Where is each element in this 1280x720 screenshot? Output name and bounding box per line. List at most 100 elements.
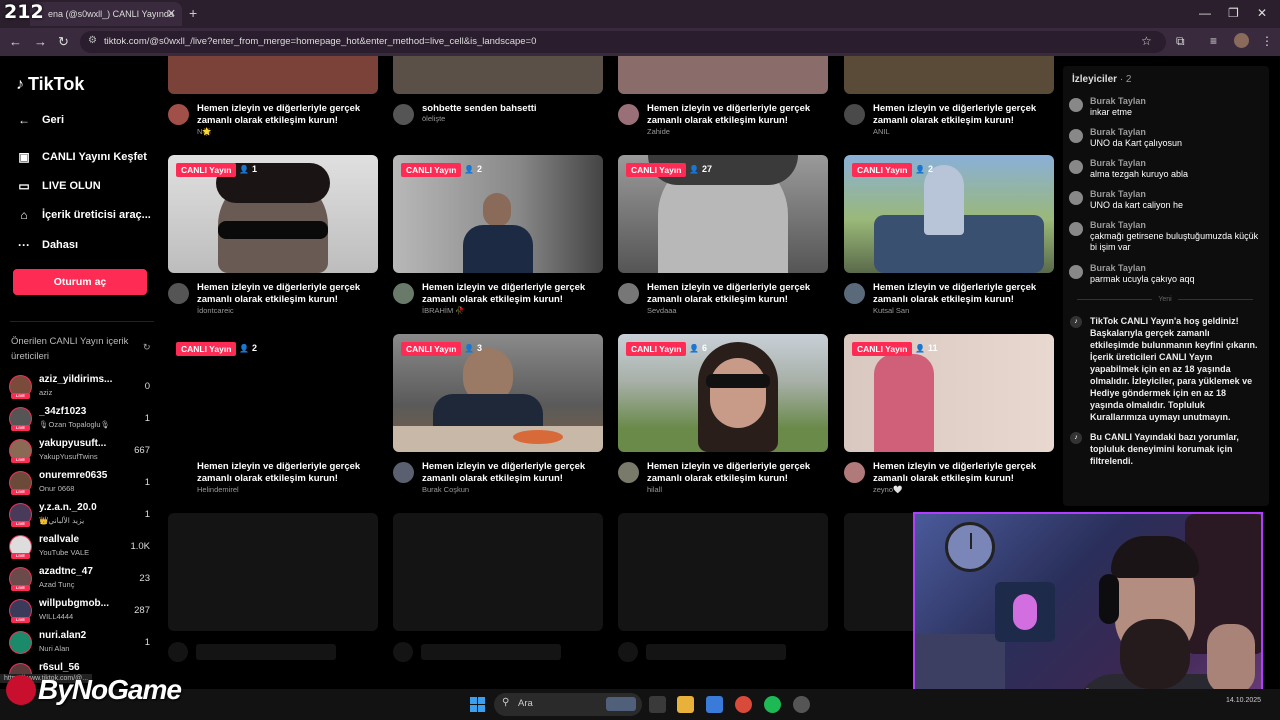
viewer-number: 27 xyxy=(701,164,712,174)
site-info-icon[interactable]: ⚙ xyxy=(88,35,97,46)
suggested-creator[interactable]: LIVE reallvale YouTube VALE 1.0K xyxy=(9,531,154,561)
nav-label: Dahası xyxy=(42,239,79,251)
webcam-overlay: ⋀ xyxy=(913,512,1263,707)
streamer-beard xyxy=(1120,619,1190,689)
live-badge: CANLI Yayın xyxy=(852,163,913,177)
chat-username[interactable]: Burak Taylan xyxy=(1090,96,1146,106)
chat-username[interactable]: Burak Taylan xyxy=(1090,158,1146,168)
card-title: Hemen izleyin ve diğerleriyle gerçek zam… xyxy=(647,461,811,484)
avatar xyxy=(618,283,639,304)
live-badge: CANLI Yayın xyxy=(176,163,237,177)
creator-nick: aziz xyxy=(39,388,53,397)
card-user: İdontcareic xyxy=(197,306,234,315)
card-meta[interactable]: Hemen izleyin ve diğerleriyle gerçek zam… xyxy=(168,282,378,323)
nav-more[interactable]: ··· Dahası xyxy=(16,238,78,252)
forward-arrow-icon[interactable]: → xyxy=(34,34,47,49)
suggested-creator[interactable]: LIVE aziz_yildirims... aziz 0 xyxy=(9,371,154,401)
stream-thumbnail[interactable] xyxy=(618,56,828,94)
menu-dots-icon[interactable]: ⋮ xyxy=(1261,34,1273,48)
tab-close-icon[interactable]: ✕ xyxy=(167,7,176,20)
chrome-icon[interactable] xyxy=(735,696,752,713)
avatar xyxy=(1069,98,1083,112)
card-meta[interactable]: Hemen izleyin ve diğerleriyle gerçek zam… xyxy=(168,461,378,502)
reload-icon[interactable]: ↻ xyxy=(58,34,69,50)
chat-username[interactable]: Burak Taylan xyxy=(1090,127,1146,137)
media-icon[interactable]: ≡ xyxy=(1210,34,1217,48)
browser-tab[interactable]: ena (@s0wxll_) CANLI Yayında ✕ xyxy=(30,2,182,26)
chat-username[interactable]: Burak Taylan xyxy=(1090,189,1146,199)
chat-text: alma tezgah kuruyo abla xyxy=(1090,169,1189,179)
suggested-creator[interactable]: LIVE willpubgmob... WILL4444 287 xyxy=(9,595,154,625)
creator-name: aziz_yildirims... xyxy=(39,374,113,385)
card-meta[interactable]: Hemen izleyin ve diğerleriyle gerçek zam… xyxy=(618,461,828,502)
store-icon[interactable] xyxy=(706,696,723,713)
card-meta[interactable]: Hemen izleyin ve diğerleriyle gerçek zam… xyxy=(168,103,378,144)
card-meta[interactable]: sohbette senden bahsetti ölelişte xyxy=(393,103,603,144)
stream-thumbnail[interactable]: CANLI Yayın 👤 11 xyxy=(844,334,1054,452)
avatar xyxy=(618,104,639,125)
stream-thumbnail[interactable]: CANLI Yayın 👤 2 xyxy=(168,334,378,452)
login-button[interactable]: Oturum aç xyxy=(13,269,147,295)
stream-overlay-number: 212 xyxy=(4,1,44,23)
chat-username[interactable]: Burak Taylan xyxy=(1090,220,1146,230)
stream-thumbnail[interactable]: CANLI Yayın 👤 2 xyxy=(393,155,603,273)
close-window-icon[interactable]: ✕ xyxy=(1257,6,1267,20)
back-link[interactable]: ← Geri xyxy=(16,113,64,127)
back-arrow-icon[interactable]: ← xyxy=(9,34,22,49)
restore-icon[interactable]: ❐ xyxy=(1228,6,1239,20)
loading-placeholder xyxy=(421,644,561,660)
card-user: N🌟 xyxy=(197,127,212,136)
suggested-creator[interactable]: LIVE azadtnc_47 Azad Tunç 23 xyxy=(9,563,154,593)
new-tab-icon[interactable]: + xyxy=(189,5,197,21)
card-meta[interactable]: Hemen izleyin ve diğerleriyle gerçek zam… xyxy=(393,282,603,323)
nav-label: İçerik üreticisi araç... xyxy=(42,209,151,221)
avatar xyxy=(168,462,189,483)
suggested-creator[interactable]: LIVE yakupyusuft... YakupYusufTwins 667 xyxy=(9,435,154,465)
suggested-creator[interactable]: LIVE _34zf1023 🎙Ozan Topaloglu🎙 1 xyxy=(9,403,154,433)
nav-explore-live[interactable]: ▣ CANLI Yayını Keşfet xyxy=(16,150,147,164)
suggested-creator[interactable]: nuri.alan2 Nuri Alan 1 xyxy=(9,627,154,657)
address-bar-row: ← → ↻ ⚙ tiktok.com/@s0wxll_/live?enter_f… xyxy=(0,28,1280,56)
avatar xyxy=(1069,191,1083,205)
stream-thumbnail[interactable] xyxy=(168,56,378,94)
card-meta[interactable]: Hemen izleyin ve diğerleriyle gerçek zam… xyxy=(844,461,1054,502)
stream-thumbnail[interactable] xyxy=(393,56,603,94)
stream-thumbnail[interactable]: CANLI Yayın 👤 6 xyxy=(618,334,828,452)
extensions-icon[interactable]: ⧉ xyxy=(1176,34,1185,49)
stream-thumbnail[interactable] xyxy=(844,56,1054,94)
card-meta[interactable]: Hemen izleyin ve diğerleriyle gerçek zam… xyxy=(618,282,828,323)
card-meta[interactable]: Hemen izleyin ve diğerleriyle gerçek zam… xyxy=(618,103,828,144)
person-icon: 👤 xyxy=(915,164,925,174)
card-title: Hemen izleyin ve diğerleriyle gerçek zam… xyxy=(422,461,586,484)
taskbar-search[interactable]: ⚲ Ara xyxy=(494,693,642,716)
suggested-creator[interactable]: LIVE onuremre0635 Onur 0668 1 xyxy=(9,467,154,497)
suggested-creator[interactable]: LIVE y.z.a.n._20.0 👑يزيد الألباني 1 xyxy=(9,499,154,529)
stream-thumbnail[interactable]: CANLI Yayın 👤 3 xyxy=(393,334,603,452)
live-badge: LIVE xyxy=(11,585,30,591)
card-user: Helindemirel xyxy=(197,485,239,494)
card-meta[interactable]: Hemen izleyin ve diğerleriyle gerçek zam… xyxy=(844,103,1054,144)
spotify-icon[interactable] xyxy=(764,696,781,713)
viewer-number: 11 xyxy=(927,343,938,353)
stream-thumbnail[interactable]: CANLI Yayın 👤 27 xyxy=(618,155,828,273)
streamer-body xyxy=(463,225,533,273)
task-view-icon[interactable] xyxy=(649,696,666,713)
card-title: Hemen izleyin ve diğerleriyle gerçek zam… xyxy=(197,461,361,484)
url-field[interactable]: ⚙ tiktok.com/@s0wxll_/live?enter_from_me… xyxy=(80,31,1166,53)
bookmark-star-icon[interactable]: ☆ xyxy=(1141,34,1152,48)
card-meta[interactable]: Hemen izleyin ve diğerleriyle gerçek zam… xyxy=(393,461,603,502)
stream-thumbnail[interactable]: CANLI Yayın 👤 2 xyxy=(844,155,1054,273)
profile-avatar[interactable] xyxy=(1234,33,1249,48)
windows-start-icon[interactable] xyxy=(470,697,485,712)
card-meta[interactable]: Hemen izleyin ve diğerleriyle gerçek zam… xyxy=(844,282,1054,323)
tiktok-logo[interactable]: ♪ TikTok xyxy=(16,74,84,95)
nav-creator-tools[interactable]: ⌂ İçerik üreticisi araç... xyxy=(16,208,151,222)
minimize-icon[interactable]: — xyxy=(1199,6,1211,20)
chat-username[interactable]: Burak Taylan xyxy=(1090,263,1146,273)
refresh-icon[interactable]: ↻ xyxy=(143,342,151,353)
stream-thumbnail[interactable]: CANLI Yayın 👤 1 xyxy=(168,155,378,273)
viewers-header[interactable]: İzleyiciler · 2 xyxy=(1072,74,1131,85)
nav-go-live[interactable]: ▭ LIVE OLUN xyxy=(16,179,100,193)
file-explorer-icon[interactable] xyxy=(677,696,694,713)
app-icon[interactable] xyxy=(793,696,810,713)
